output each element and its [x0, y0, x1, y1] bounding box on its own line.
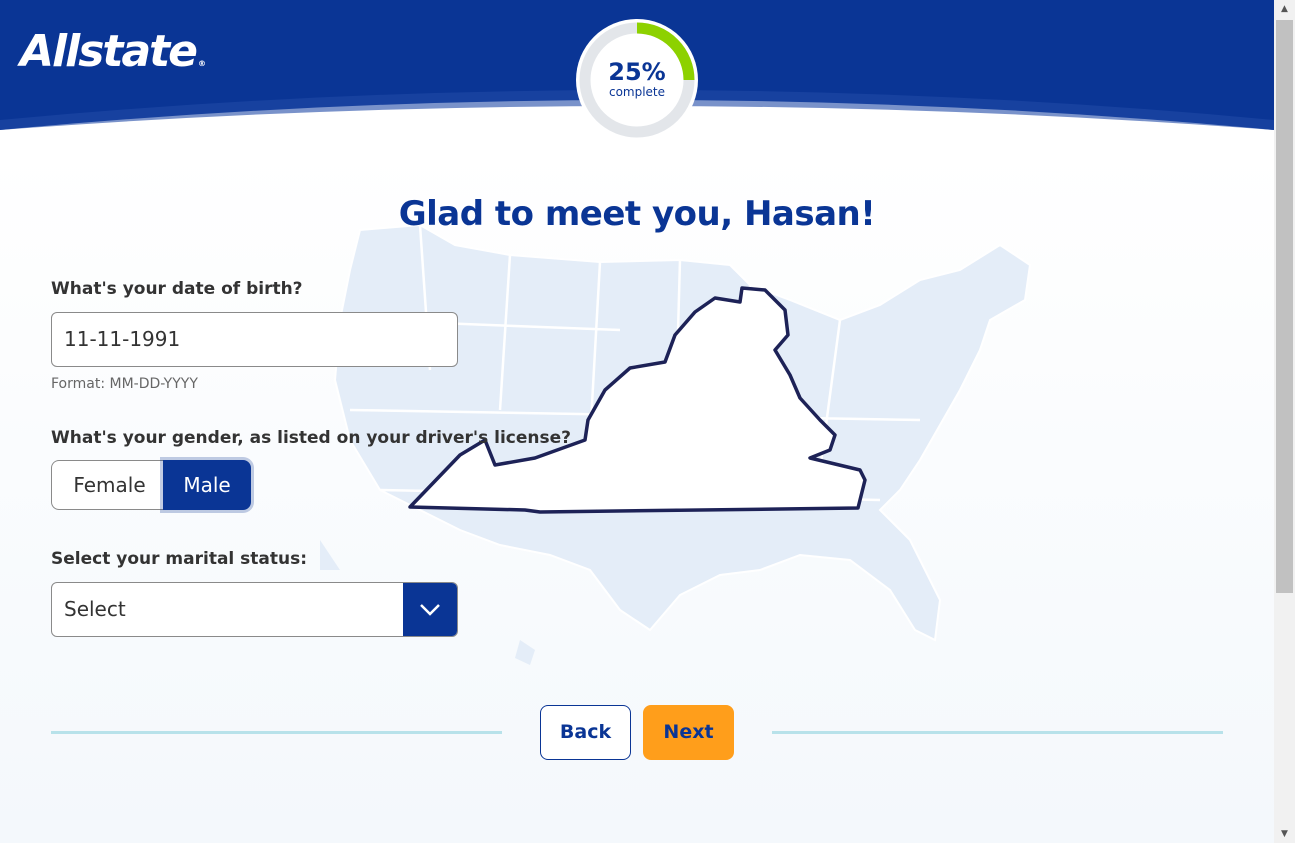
- progress-percent: 25%: [608, 58, 666, 86]
- scroll-down-arrow-icon[interactable]: ▼: [1274, 825, 1295, 843]
- gender-male-button[interactable]: Male: [163, 460, 251, 510]
- chevron-down-icon[interactable]: [403, 583, 457, 636]
- marital-status-label: Select your marital status:: [51, 549, 308, 569]
- next-button[interactable]: Next: [643, 705, 734, 760]
- vertical-scrollbar[interactable]: ▲ ▼: [1274, 0, 1295, 843]
- divider-left: [51, 731, 502, 734]
- marital-status-value: Select: [64, 597, 126, 621]
- gender-toggle-group: Female Male: [51, 460, 251, 510]
- dob-format-hint: Format: MM-DD-YYYY: [51, 376, 198, 392]
- allstate-logo[interactable]: Allstate ®: [20, 28, 206, 88]
- gender-label: What's your gender, as listed on your dr…: [51, 428, 572, 448]
- quote-page: Allstate ® 25% complete Glad to meet you,…: [0, 0, 1274, 843]
- virginia-state-highlight: [408, 286, 867, 514]
- marital-status-select[interactable]: Select: [51, 582, 458, 637]
- scroll-up-arrow-icon[interactable]: ▲: [1274, 0, 1295, 18]
- gender-female-button[interactable]: Female: [51, 460, 167, 510]
- divider-right: [772, 731, 1223, 734]
- back-button[interactable]: Back: [540, 705, 631, 760]
- progress-label: complete: [608, 85, 666, 99]
- progress-indicator: 25% complete: [575, 18, 699, 142]
- page-title: Glad to meet you, Hasan!: [398, 194, 876, 234]
- header: Allstate ® 25% complete: [0, 0, 1274, 150]
- scroll-thumb[interactable]: [1276, 20, 1293, 593]
- dob-label: What's your date of birth?: [51, 279, 303, 299]
- dob-input[interactable]: 11-11-1991: [51, 312, 458, 367]
